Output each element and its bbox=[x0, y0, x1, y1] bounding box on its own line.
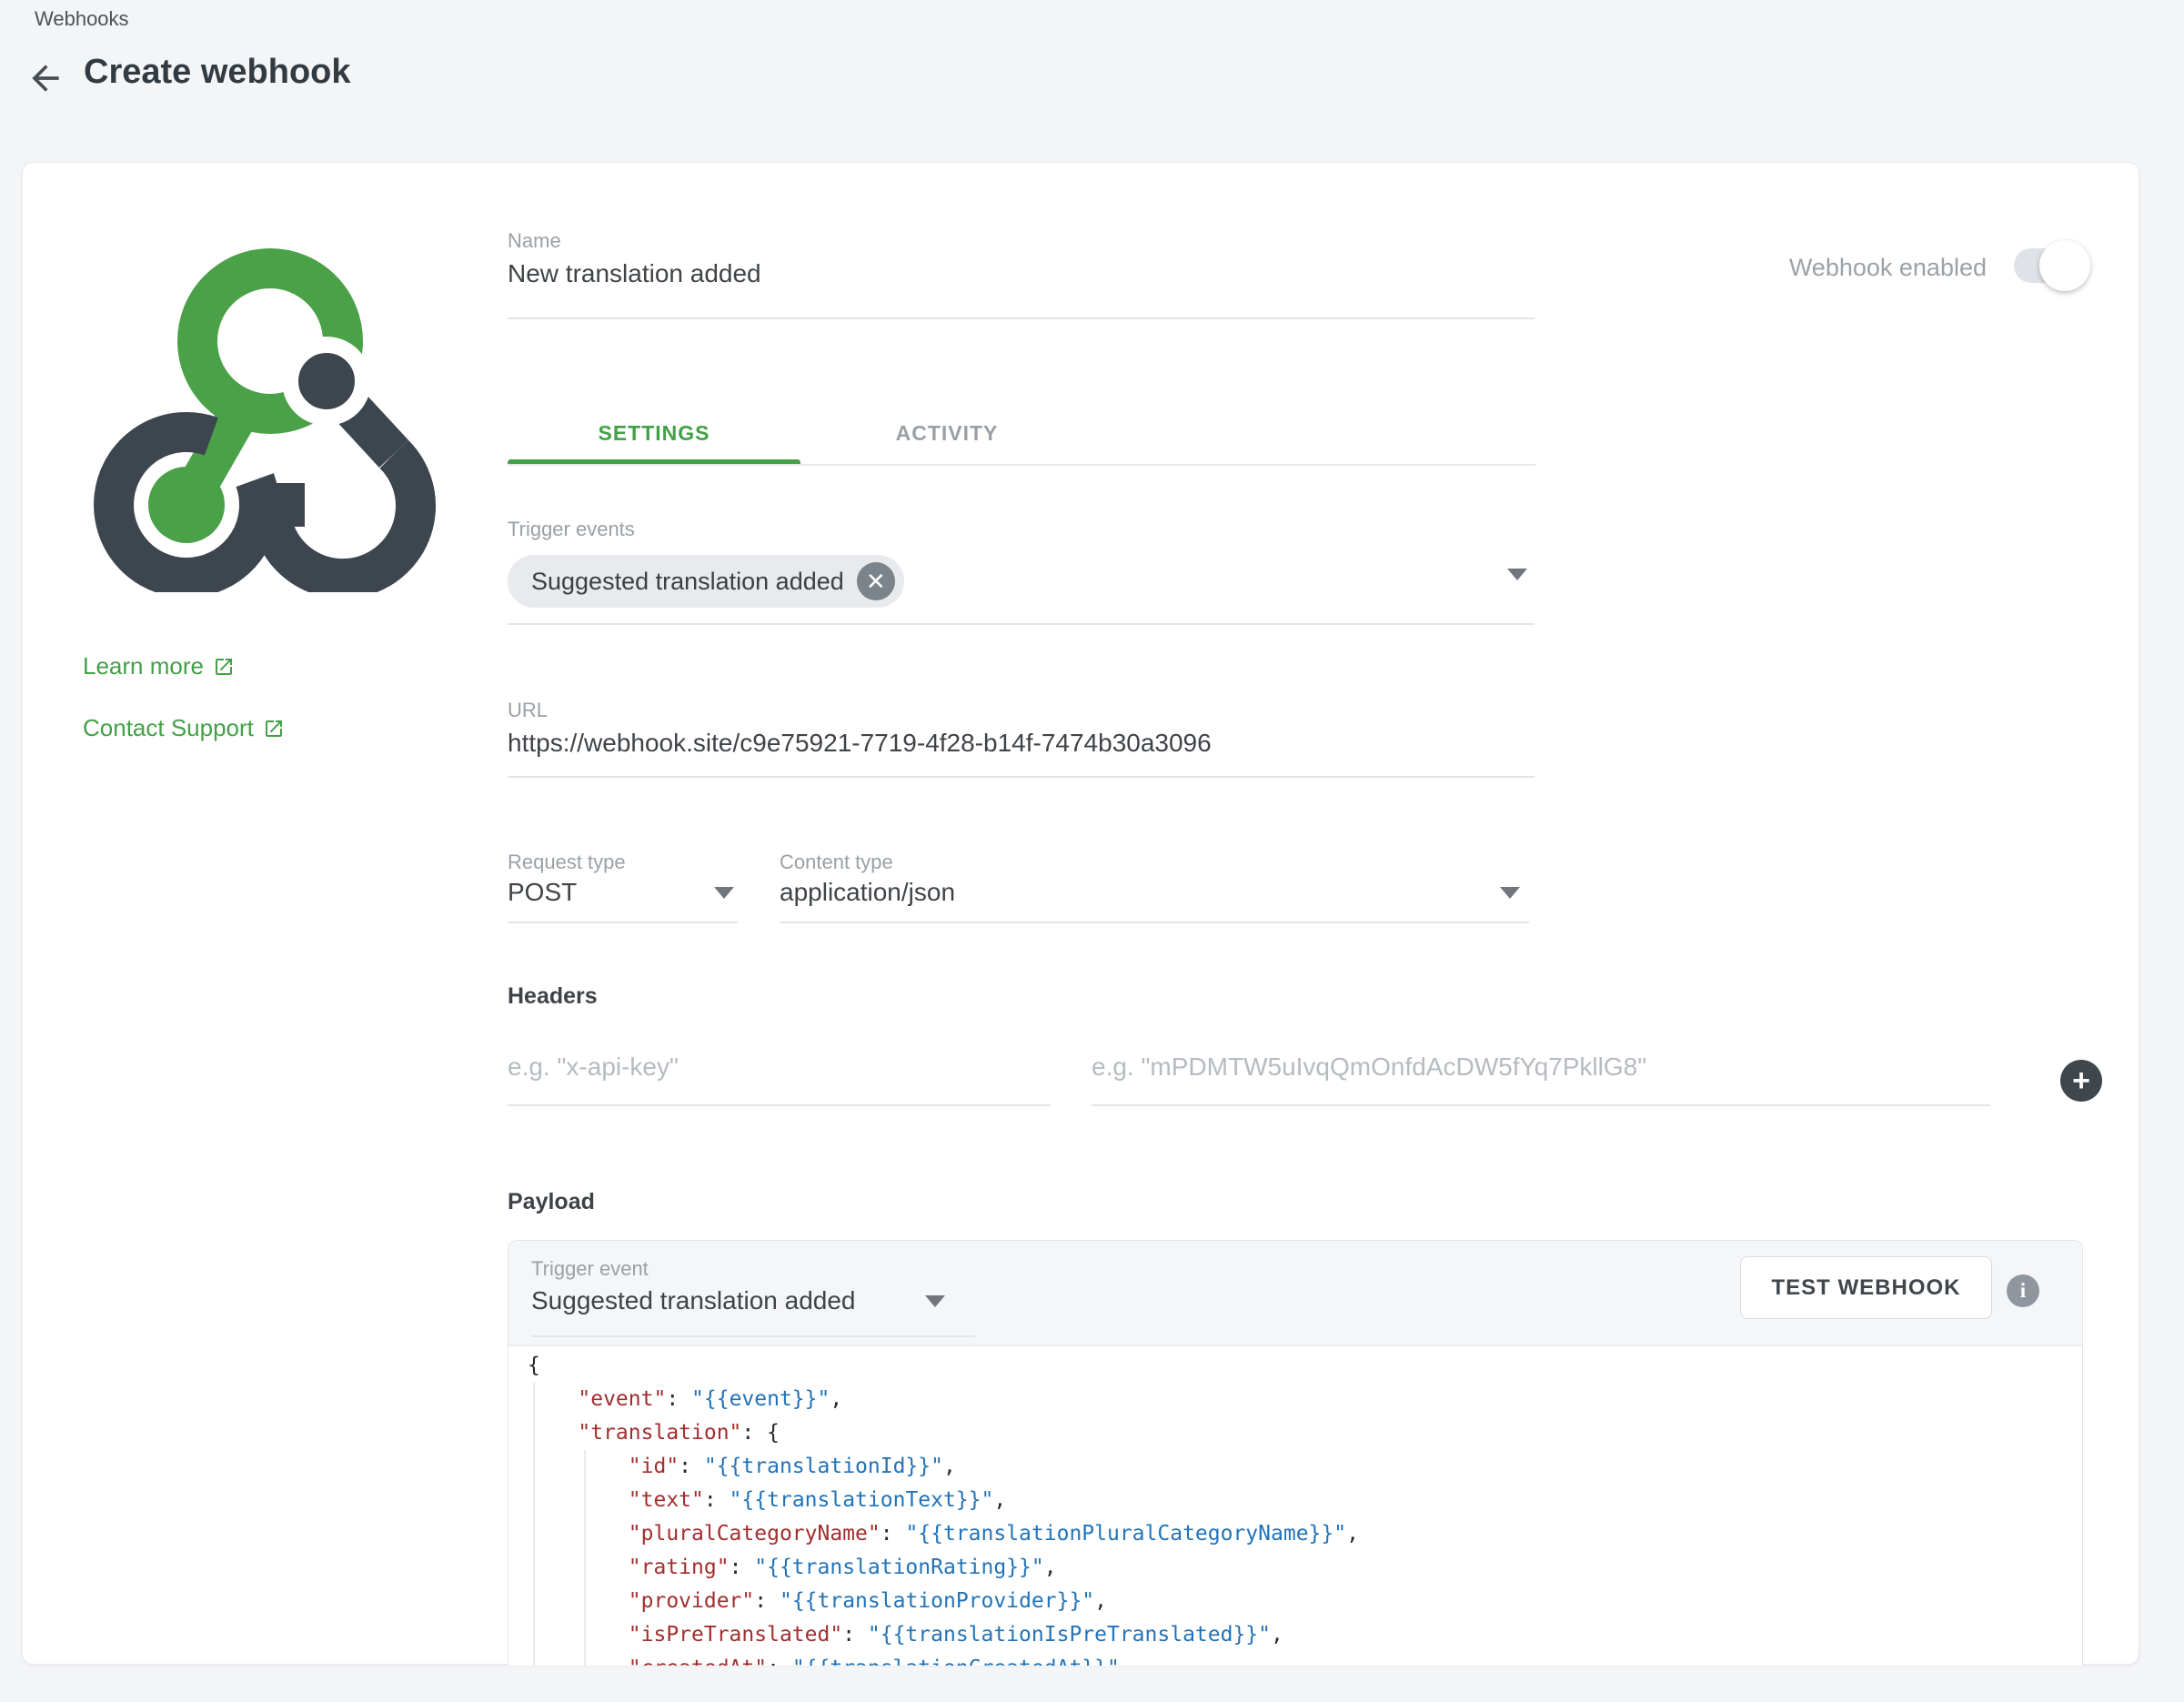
payload-panel-header: Trigger event Suggested translation adde… bbox=[508, 1241, 2082, 1346]
request-type-select[interactable]: POST bbox=[508, 878, 577, 907]
info-icon[interactable]: i bbox=[2007, 1274, 2039, 1307]
learn-more-label: Learn more bbox=[83, 652, 204, 680]
payload-trigger-event-label: Trigger event bbox=[531, 1257, 649, 1281]
request-type-dropdown-icon[interactable] bbox=[714, 887, 734, 899]
header-value-underline bbox=[1092, 1104, 1990, 1106]
payload-code-area[interactable]: { "event": "{{event}}", "translation": {… bbox=[508, 1347, 2082, 1666]
payload-trigger-event-dropdown-icon[interactable] bbox=[925, 1295, 945, 1307]
name-input[interactable] bbox=[508, 254, 1535, 294]
name-label: Name bbox=[508, 229, 561, 253]
webhook-enabled-toggle-thumb[interactable] bbox=[2039, 240, 2090, 291]
add-header-button[interactable]: + bbox=[2060, 1060, 2102, 1102]
header-key-underline bbox=[508, 1104, 1051, 1106]
payload-code: { "event": "{{event}}", "translation": {… bbox=[528, 1349, 1359, 1666]
content-type-select[interactable]: application/json bbox=[780, 878, 955, 907]
create-webhook-screen: Webhooks Create webhook Learn more bbox=[0, 0, 2184, 1702]
payload-trigger-event-underline bbox=[531, 1335, 975, 1337]
contact-support-link[interactable]: Contact Support bbox=[83, 714, 285, 742]
tab-settings[interactable]: SETTINGS bbox=[508, 407, 800, 459]
payload-trigger-event-select[interactable]: Suggested translation added bbox=[531, 1286, 856, 1315]
payload-panel: Trigger event Suggested translation adde… bbox=[508, 1240, 2083, 1666]
content-type-underline bbox=[780, 921, 1529, 923]
tab-divider bbox=[508, 464, 1535, 466]
payload-title: Payload bbox=[508, 1189, 595, 1215]
back-arrow-icon[interactable] bbox=[25, 58, 65, 98]
trigger-events-label: Trigger events bbox=[508, 518, 635, 541]
page-title: Create webhook bbox=[84, 53, 351, 92]
url-underline bbox=[508, 776, 1535, 778]
url-input[interactable] bbox=[508, 723, 1535, 763]
header-key-input[interactable] bbox=[508, 1038, 1051, 1096]
name-underline bbox=[508, 317, 1535, 319]
webhook-card: Learn more Contact Support Name Webhook … bbox=[22, 162, 2139, 1665]
webhook-logo bbox=[83, 228, 447, 592]
contact-support-label: Contact Support bbox=[83, 714, 254, 742]
trigger-events-dropdown-icon[interactable] bbox=[1507, 569, 1527, 580]
breadcrumb[interactable]: Webhooks bbox=[35, 7, 129, 31]
plus-icon: + bbox=[2072, 1063, 2090, 1099]
url-label: URL bbox=[508, 699, 548, 722]
headers-title: Headers bbox=[508, 983, 598, 1010]
trigger-event-chip-label: Suggested translation added bbox=[531, 568, 844, 596]
header-value-input[interactable] bbox=[1092, 1038, 1990, 1096]
chip-remove-icon[interactable]: ✕ bbox=[857, 562, 895, 600]
request-type-underline bbox=[508, 921, 738, 923]
test-webhook-button[interactable]: TEST WEBHOOK bbox=[1740, 1256, 1992, 1319]
external-link-icon bbox=[263, 718, 285, 740]
content-type-label: Content type bbox=[780, 851, 893, 874]
learn-more-link[interactable]: Learn more bbox=[83, 652, 235, 680]
external-link-icon bbox=[213, 656, 235, 678]
tab-activity[interactable]: ACTIVITY bbox=[800, 407, 1093, 459]
trigger-events-underline bbox=[508, 623, 1535, 625]
webhook-enabled-label: Webhook enabled bbox=[1789, 254, 1987, 282]
content-type-dropdown-icon[interactable] bbox=[1500, 887, 1520, 899]
trigger-event-chip[interactable]: Suggested translation added ✕ bbox=[508, 555, 904, 608]
request-type-label: Request type bbox=[508, 851, 626, 874]
